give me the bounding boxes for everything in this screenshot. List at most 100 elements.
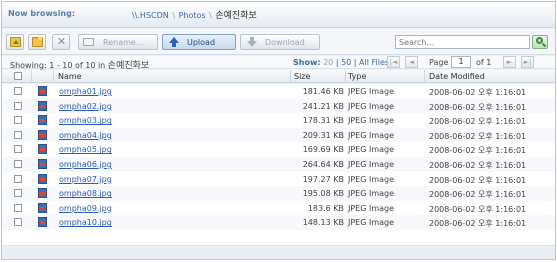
breadcrumb-separator: \	[209, 11, 212, 20]
file-date: 2008-06-02 오후 1:16:01	[429, 204, 527, 214]
upload-button[interactable]: Upload	[162, 34, 236, 50]
file-browser: Now browsing: \\.HSCDN \ Photos \ 손예진화보 …	[1, 1, 556, 260]
new-folder-icon	[32, 36, 43, 47]
download-button[interactable]: Download	[240, 34, 320, 50]
folder-up-button[interactable]	[6, 34, 24, 50]
row-checkbox[interactable]	[14, 130, 22, 139]
table-row[interactable]: ompha04.jpg 209.31 KB JPEG Image 2008-06…	[2, 127, 555, 143]
delete-button[interactable]: ✕	[52, 34, 70, 50]
file-type: JPEG Image	[348, 203, 395, 213]
file-name-link[interactable]: ompha08.jpg	[59, 189, 112, 198]
file-type: JPEG Image	[348, 189, 395, 199]
column-name[interactable]: Name	[58, 72, 82, 81]
file-name-link[interactable]: ompha06.jpg	[59, 160, 112, 169]
download-label: Download	[265, 38, 305, 47]
column-date-modified[interactable]: Date Modified	[429, 72, 485, 81]
table-row[interactable]: ompha01.jpg 181.46 KB JPEG Image 2008-06…	[2, 84, 555, 99]
jpeg-file-icon	[38, 100, 47, 111]
table-row[interactable]: ompha03.jpg 178.31 KB JPEG Image 2008-06…	[2, 113, 555, 128]
file-name-link[interactable]: ompha04.jpg	[59, 131, 112, 140]
status-bar: Showing: 1 - 10 of 10 in 손예진화보 Show: 20 …	[2, 56, 555, 71]
file-name-link[interactable]: ompha10.jpg	[59, 218, 112, 227]
table-row[interactable]: ompha06.jpg 264.64 KB JPEG Image 2008-06…	[2, 157, 555, 172]
page-number-input[interactable]: 1	[451, 56, 471, 68]
page-count: of 1	[476, 58, 492, 67]
breadcrumb-root[interactable]: \\.HSCDN	[132, 11, 169, 20]
select-all-checkbox[interactable]	[14, 72, 22, 80]
search-button[interactable]	[532, 35, 548, 49]
last-page-button[interactable]: ►|	[521, 56, 534, 68]
show-50-option[interactable]: 50	[341, 58, 351, 67]
table-row[interactable]: ompha05.jpg 169.69 KB JPEG Image 2008-06…	[2, 142, 555, 157]
file-size: 209.31 KB	[302, 130, 344, 140]
table-row[interactable]: ompha07.jpg 197.27 KB JPEG Image 2008-06…	[2, 172, 555, 187]
table-row[interactable]: ompha08.jpg 195.08 KB JPEG Image 2008-06…	[2, 186, 555, 201]
file-name-link[interactable]: ompha02.jpg	[59, 102, 112, 111]
footer-bar	[2, 247, 555, 259]
file-type: JPEG Image	[348, 87, 395, 96]
file-name-link[interactable]: ompha01.jpg	[59, 87, 112, 96]
row-checkbox[interactable]	[14, 218, 22, 227]
row-checkbox[interactable]	[14, 116, 22, 125]
jpeg-file-icon	[38, 202, 47, 213]
column-divider	[345, 70, 346, 83]
file-type: JPEG Image	[348, 116, 395, 126]
file-date: 2008-06-02 오후 1:16:01	[429, 175, 527, 185]
file-size: 181.46 KB	[302, 87, 344, 96]
show-20-option[interactable]: 20	[323, 58, 333, 67]
file-size: 183.6 KB	[307, 203, 344, 213]
row-checkbox[interactable]	[14, 145, 22, 154]
empty-list-area	[2, 232, 555, 246]
row-checkbox[interactable]	[14, 203, 22, 212]
file-size: 197.27 KB	[302, 174, 344, 184]
prev-page-button[interactable]: ◄	[405, 56, 418, 68]
rename-button[interactable]: Rename...	[78, 34, 158, 50]
next-page-button[interactable]: ►	[503, 56, 516, 68]
jpeg-file-icon	[38, 159, 47, 169]
search-input[interactable]	[395, 35, 530, 49]
row-checkbox[interactable]	[14, 87, 22, 95]
file-date: 2008-06-02 오후 1:16:01	[429, 117, 527, 127]
jpeg-file-icon	[38, 217, 47, 228]
file-name-link[interactable]: ompha05.jpg	[59, 145, 112, 154]
jpeg-file-icon	[38, 129, 47, 140]
column-size[interactable]: Size	[294, 72, 310, 81]
row-checkbox[interactable]	[14, 160, 22, 168]
browse-header: Now browsing: \\.HSCDN \ Photos \ 손예진화보	[2, 2, 555, 28]
file-size: 264.64 KB	[302, 160, 344, 169]
column-type[interactable]: Type	[348, 72, 366, 81]
jpeg-file-icon	[38, 144, 47, 155]
file-type: JPEG Image	[348, 174, 395, 184]
file-date: 2008-06-02 오후 1:16:01	[429, 146, 527, 156]
toolbar: ✕ Rename... Upload Download	[2, 29, 555, 55]
file-size: 178.31 KB	[302, 116, 344, 126]
file-size: 195.08 KB	[302, 189, 344, 199]
file-size: 148.13 KB	[302, 218, 344, 228]
now-browsing-label: Now browsing:	[8, 9, 76, 18]
first-page-button[interactable]: |◄	[387, 56, 400, 68]
jpeg-file-icon	[38, 173, 47, 184]
jpeg-file-icon	[38, 115, 47, 126]
breadcrumb-photos[interactable]: Photos	[179, 11, 206, 20]
file-size: 241.21 KB	[302, 101, 344, 111]
breadcrumb-separator: \	[172, 11, 176, 20]
table-row[interactable]: ompha09.jpg 183.6 KB JPEG Image 2008-06-…	[2, 201, 555, 216]
table-header: Name Size Type Date Modified	[2, 70, 555, 83]
file-date: 2008-06-02 오후 1:16:01	[429, 190, 527, 200]
upload-label: Upload	[187, 38, 216, 47]
table-row[interactable]: ompha02.jpg 241.21 KB JPEG Image 2008-06…	[2, 98, 555, 114]
file-name-link[interactable]: ompha07.jpg	[59, 175, 112, 184]
new-folder-button[interactable]	[28, 34, 46, 50]
file-name-link[interactable]: ompha03.jpg	[59, 116, 112, 125]
row-checkbox[interactable]	[14, 101, 22, 110]
showing-prefix: Showing: 1 - 10 of 10 in	[10, 61, 108, 70]
show-all-option[interactable]: All Files	[359, 58, 389, 67]
table-row[interactable]: ompha10.jpg 148.13 KB JPEG Image 2008-06…	[2, 215, 555, 230]
column-divider	[290, 70, 291, 83]
jpeg-file-icon	[38, 188, 47, 199]
column-divider	[53, 70, 54, 83]
row-checkbox[interactable]	[14, 174, 22, 183]
rename-label: Rename...	[103, 38, 144, 47]
row-checkbox[interactable]	[14, 189, 22, 198]
file-name-link[interactable]: ompha09.jpg	[59, 204, 112, 213]
